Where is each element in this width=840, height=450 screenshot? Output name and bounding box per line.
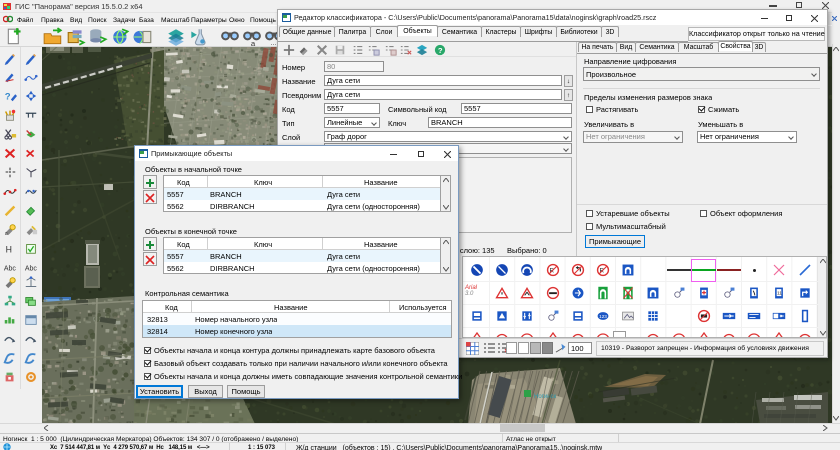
- svg-text:...: ...: [271, 40, 277, 47]
- svg-text:H: H: [6, 244, 12, 254]
- svg-text:a: a: [5, 231, 8, 236]
- svg-text:a: a: [251, 39, 256, 47]
- svg-text:11: 11: [777, 291, 782, 296]
- svg-text:Abc: Abc: [25, 266, 38, 273]
- svg-text:?: ?: [438, 46, 443, 55]
- svg-text:123: 123: [599, 314, 607, 319]
- svg-text:?: ?: [5, 92, 11, 103]
- svg-text:Abc: Abc: [4, 266, 17, 273]
